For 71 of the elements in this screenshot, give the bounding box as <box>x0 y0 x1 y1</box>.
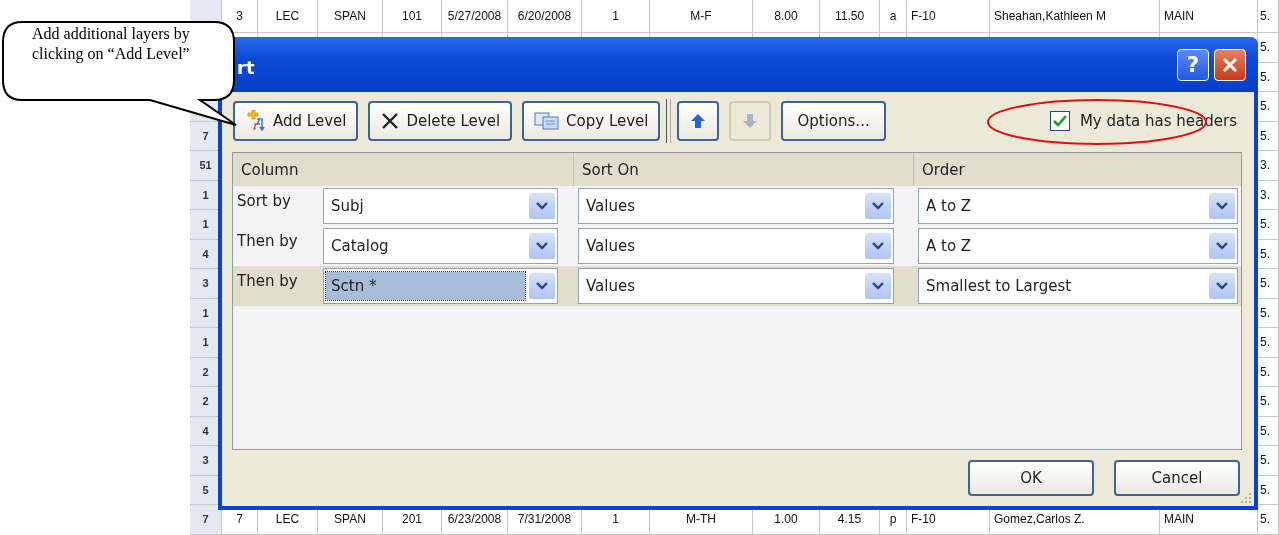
dropdown-button[interactable] <box>865 273 891 299</box>
window-title: rt <box>237 56 256 78</box>
copy-level-button[interactable]: Copy Level <box>522 101 661 141</box>
level-label: Then by <box>236 271 299 290</box>
table-cell: 8.00 <box>753 0 820 33</box>
arrow-down-icon <box>742 113 759 129</box>
table-cell: MAIN <box>1160 0 1258 33</box>
table-cell: 5/27/2008 <box>442 0 508 33</box>
chevron-down-icon <box>1216 202 1228 210</box>
table-cell: M-F <box>650 0 753 33</box>
dropdown-button[interactable] <box>865 233 891 259</box>
close-button[interactable] <box>1214 48 1246 81</box>
sort-on-dropdown[interactable]: Values <box>578 268 894 304</box>
dropdown-button[interactable] <box>1209 233 1235 259</box>
chevron-down-icon <box>536 282 548 290</box>
chevron-down-icon <box>872 202 884 210</box>
callout-text: Add additional layers by clicking on “Add Level” <box>32 24 191 64</box>
table-cell: 1 <box>582 0 650 33</box>
table-cell: F-10 <box>907 0 990 33</box>
arrow-up-icon <box>690 113 707 129</box>
sort-level-row[interactable]: Then by Catalog Values A to Z <box>233 226 1241 266</box>
headers-checkbox[interactable] <box>1049 111 1070 131</box>
close-icon <box>1222 56 1238 73</box>
chevron-down-icon <box>536 202 548 210</box>
table-cell: 5. <box>1258 0 1279 33</box>
chevron-down-icon <box>872 242 884 250</box>
table-cell: 11.50 <box>820 0 880 33</box>
dropdown-button[interactable] <box>529 193 555 219</box>
sort-level-row[interactable]: Sort by Subj Values A to Z <box>233 186 1241 226</box>
close-icon <box>380 111 401 131</box>
order-dropdown[interactable]: Smallest to Largest <box>918 268 1238 304</box>
delete-level-button[interactable]: Delete Level <box>368 101 513 141</box>
sort-on-dropdown[interactable]: Values <box>578 188 894 224</box>
ok-button[interactable]: OK <box>968 460 1094 496</box>
chevron-down-icon <box>1216 282 1228 290</box>
order-dropdown[interactable]: A to Z <box>918 188 1238 224</box>
column-dropdown[interactable]: Sctn * <box>323 268 558 304</box>
table-cell: Sheahan,Kathleen M <box>990 0 1160 33</box>
table-cell: LEC <box>258 0 318 33</box>
sort-level-row[interactable]: Then by Sctn * Values Smallest to Largest <box>233 266 1241 306</box>
chevron-down-icon <box>872 282 884 290</box>
chevron-down-icon <box>536 242 548 250</box>
column-heading: Column <box>240 159 300 181</box>
add-level-button[interactable]: Add Level <box>233 101 359 141</box>
table-cell: 6/20/2008 <box>508 0 582 33</box>
dropdown-button[interactable] <box>529 273 555 299</box>
check-icon <box>1052 115 1067 127</box>
column-dropdown[interactable]: Catalog <box>323 228 558 264</box>
column-heading: Order <box>913 153 1241 186</box>
chevron-down-icon <box>1216 242 1228 250</box>
move-up-button[interactable] <box>677 101 720 141</box>
dropdown-button[interactable] <box>1209 273 1235 299</box>
resize-grip-icon[interactable] <box>1240 492 1252 504</box>
cancel-button[interactable]: Cancel <box>1114 460 1240 496</box>
copy-icon <box>534 111 561 131</box>
column-dropdown[interactable]: Subj <box>323 188 558 224</box>
row-number: 7 <box>190 505 222 535</box>
table-cell: a <box>880 0 907 33</box>
column-heading: Sort On <box>573 153 913 186</box>
add-sort-icon <box>245 110 267 132</box>
order-dropdown[interactable]: A to Z <box>918 228 1238 264</box>
level-label: Sort by <box>236 191 292 210</box>
sort-on-dropdown[interactable]: Values <box>578 228 894 264</box>
table-cell: 101 <box>383 0 442 33</box>
help-button[interactable]: ? <box>1177 48 1209 81</box>
options-button[interactable]: Options... <box>781 101 886 141</box>
dropdown-button[interactable] <box>529 233 555 259</box>
table-cell: SPAN <box>318 0 383 33</box>
dropdown-button[interactable] <box>865 193 891 219</box>
level-label: Then by <box>236 231 299 250</box>
dropdown-button[interactable] <box>1209 193 1235 219</box>
